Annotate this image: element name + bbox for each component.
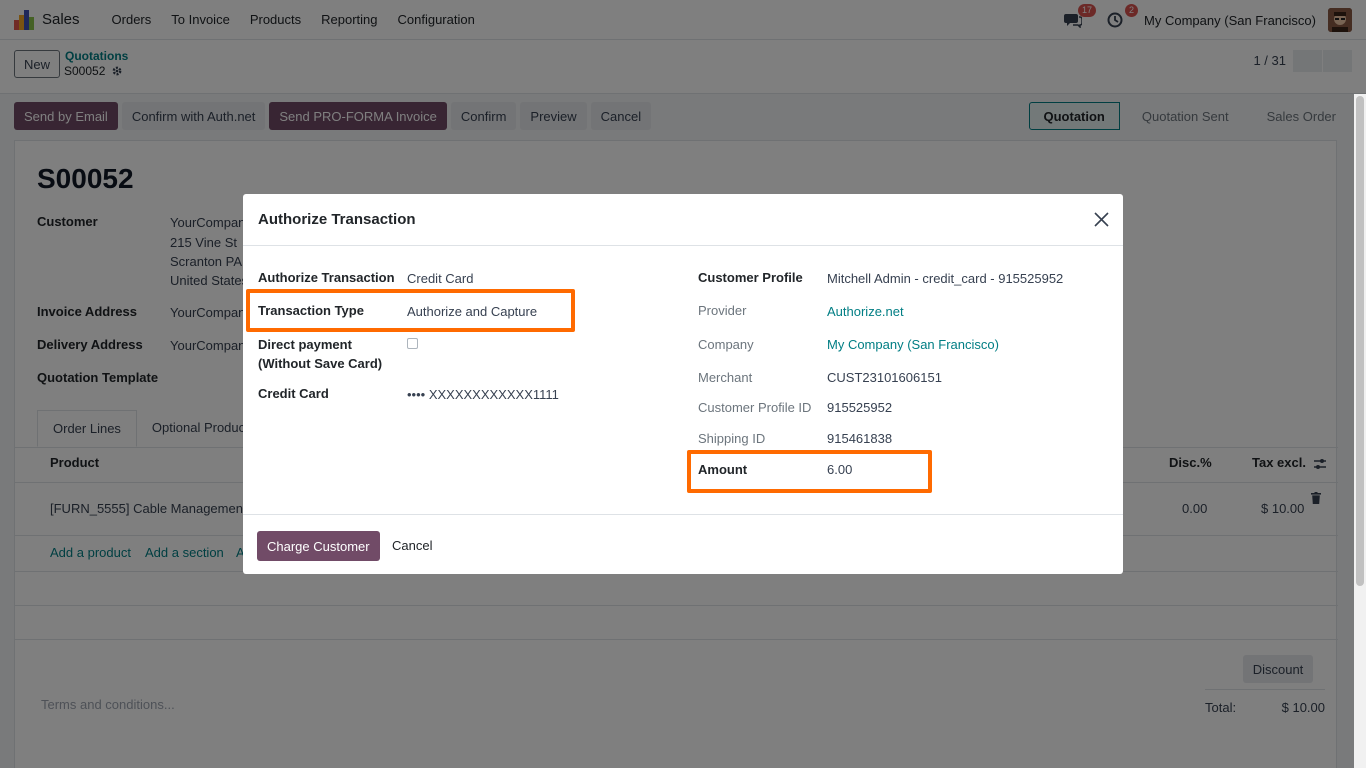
company-link[interactable]: My Company (San Francisco) bbox=[827, 335, 999, 354]
charge-customer-button[interactable]: Charge Customer bbox=[257, 531, 380, 561]
credit-card-value: •••• XXXXXXXXXXXX1111 bbox=[407, 387, 559, 402]
close-dialog-button[interactable] bbox=[1091, 208, 1111, 230]
customer-profile-value: Mitchell Admin - credit_card - 915525952 bbox=[827, 271, 1064, 286]
customer-profile-id-label: Customer Profile ID bbox=[698, 400, 812, 415]
shipping-id-value: 915461838 bbox=[827, 431, 893, 446]
page-scrollbar[interactable] bbox=[1354, 94, 1366, 768]
direct-payment-label: Direct payment bbox=[258, 337, 352, 352]
merchant-label: Merchant bbox=[698, 370, 753, 385]
authorize-transaction-dialog: Authorize Transaction Authorize Transact… bbox=[243, 194, 1123, 574]
amount-label: Amount bbox=[698, 462, 748, 477]
provider-link[interactable]: Authorize.net bbox=[827, 302, 904, 321]
shipping-id-label: Shipping ID bbox=[698, 431, 766, 446]
customer-profile-label: Customer Profile bbox=[698, 270, 803, 285]
transaction-type-label: Transaction Type bbox=[258, 303, 364, 318]
amount-value[interactable]: 6.00 bbox=[827, 460, 852, 479]
dialog-header: Authorize Transaction bbox=[243, 194, 1123, 246]
close-icon bbox=[1093, 211, 1109, 227]
scrollbar-thumb[interactable] bbox=[1356, 96, 1364, 586]
company-label: Company bbox=[698, 337, 754, 352]
authorize-transaction-label: Authorize Transaction bbox=[258, 270, 395, 285]
provider-label: Provider bbox=[698, 303, 747, 318]
cancel-dialog-button[interactable]: Cancel bbox=[392, 538, 432, 553]
customer-profile-id-value: 915525952 bbox=[827, 400, 893, 415]
direct-payment-checkbox[interactable] bbox=[407, 338, 418, 349]
dialog-title: Authorize Transaction bbox=[258, 211, 416, 228]
merchant-value: CUST23101606151 bbox=[827, 370, 942, 385]
credit-card-label: Credit Card bbox=[258, 386, 329, 401]
direct-payment-label-sub: (Without Save Card) bbox=[258, 356, 383, 371]
dialog-footer: Charge Customer Cancel bbox=[243, 514, 1123, 574]
transaction-type-value[interactable]: Authorize and Capture bbox=[407, 302, 537, 321]
authorize-transaction-value: Credit Card bbox=[407, 271, 474, 286]
